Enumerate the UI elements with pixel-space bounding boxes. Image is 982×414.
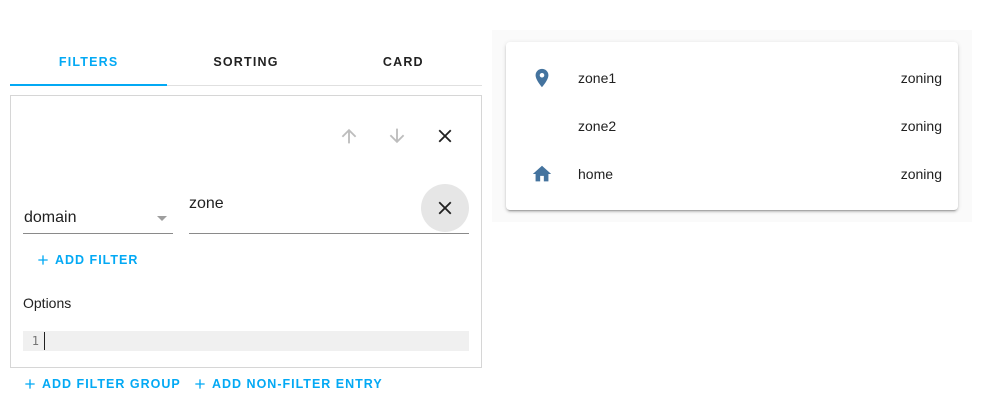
plus-icon	[195, 379, 205, 389]
add-filter-group-button[interactable]: ADD FILTER GROUP	[22, 376, 181, 392]
add-filter-label: ADD FILTER	[55, 253, 139, 267]
entity-name: zone1	[578, 70, 617, 86]
move-down-button[interactable]	[377, 116, 417, 156]
tab-filters[interactable]: FILTERS	[10, 38, 168, 86]
plus-icon	[25, 379, 35, 389]
close-icon	[438, 129, 452, 143]
text-cursor	[44, 332, 45, 350]
entity-name: home	[578, 166, 614, 182]
clear-filter-button[interactable]	[421, 184, 469, 232]
dropdown-arrow-icon	[157, 216, 167, 221]
line-number: 1	[31, 334, 39, 348]
filter-value-input[interactable]	[189, 192, 409, 216]
entity-state: zoning	[900, 166, 942, 182]
filter-attribute-select[interactable]: domain	[23, 196, 173, 234]
close-icon	[438, 201, 452, 215]
add-filter-group-label: ADD FILTER GROUP	[42, 377, 181, 391]
tab-sorting[interactable]: SORTING	[167, 38, 324, 85]
entity-row-zone2[interactable]: zone2 zoning	[506, 102, 958, 150]
filter-group: domain ADD FILTER Options 1	[10, 95, 482, 368]
move-up-button[interactable]	[329, 116, 369, 156]
editor-tabs: FILTERS SORTING CARD	[10, 38, 482, 86]
arrow-up-icon	[341, 128, 357, 144]
add-non-filter-entry-button[interactable]: ADD NON-FILTER ENTRY	[192, 376, 383, 392]
add-filter-button[interactable]: ADD FILTER	[35, 252, 138, 268]
options-label: Options	[23, 295, 72, 311]
entity-row-home[interactable]: home zoning	[506, 150, 958, 198]
entity-row-zone1[interactable]: zone1 zoning	[506, 54, 958, 102]
arrow-down-icon	[389, 128, 405, 144]
home-icon	[530, 162, 554, 186]
entity-name: zone2	[578, 118, 617, 134]
entity-state: zoning	[900, 118, 942, 134]
filter-attribute-value: domain	[24, 209, 77, 226]
entity-card: zone1 zoning zone2 zoning home zoning	[506, 42, 958, 210]
add-non-filter-entry-label: ADD NON-FILTER ENTRY	[212, 377, 383, 391]
entity-state: zoning	[900, 70, 942, 86]
options-code-editor[interactable]: 1	[23, 331, 469, 351]
remove-group-button[interactable]	[425, 116, 465, 156]
map-marker-icon	[530, 66, 554, 90]
plus-icon	[38, 255, 48, 265]
tab-card[interactable]: CARD	[325, 38, 482, 85]
